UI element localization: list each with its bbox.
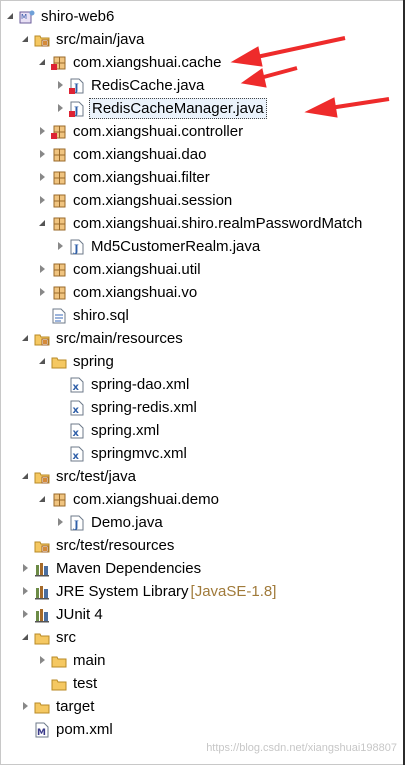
watermark: https://blog.csdn.net/xiangshuai198807 (206, 742, 397, 754)
arrow-rediscachemanager-head (304, 97, 338, 118)
arrow-rediscache-head (240, 68, 267, 88)
arrow-rediscache (259, 66, 298, 80)
arrow-rediscachemanager (329, 97, 390, 110)
arrow-cache-package (251, 36, 346, 60)
annotation-arrows (230, 36, 390, 118)
arrow-cache-package-head (230, 46, 263, 67)
